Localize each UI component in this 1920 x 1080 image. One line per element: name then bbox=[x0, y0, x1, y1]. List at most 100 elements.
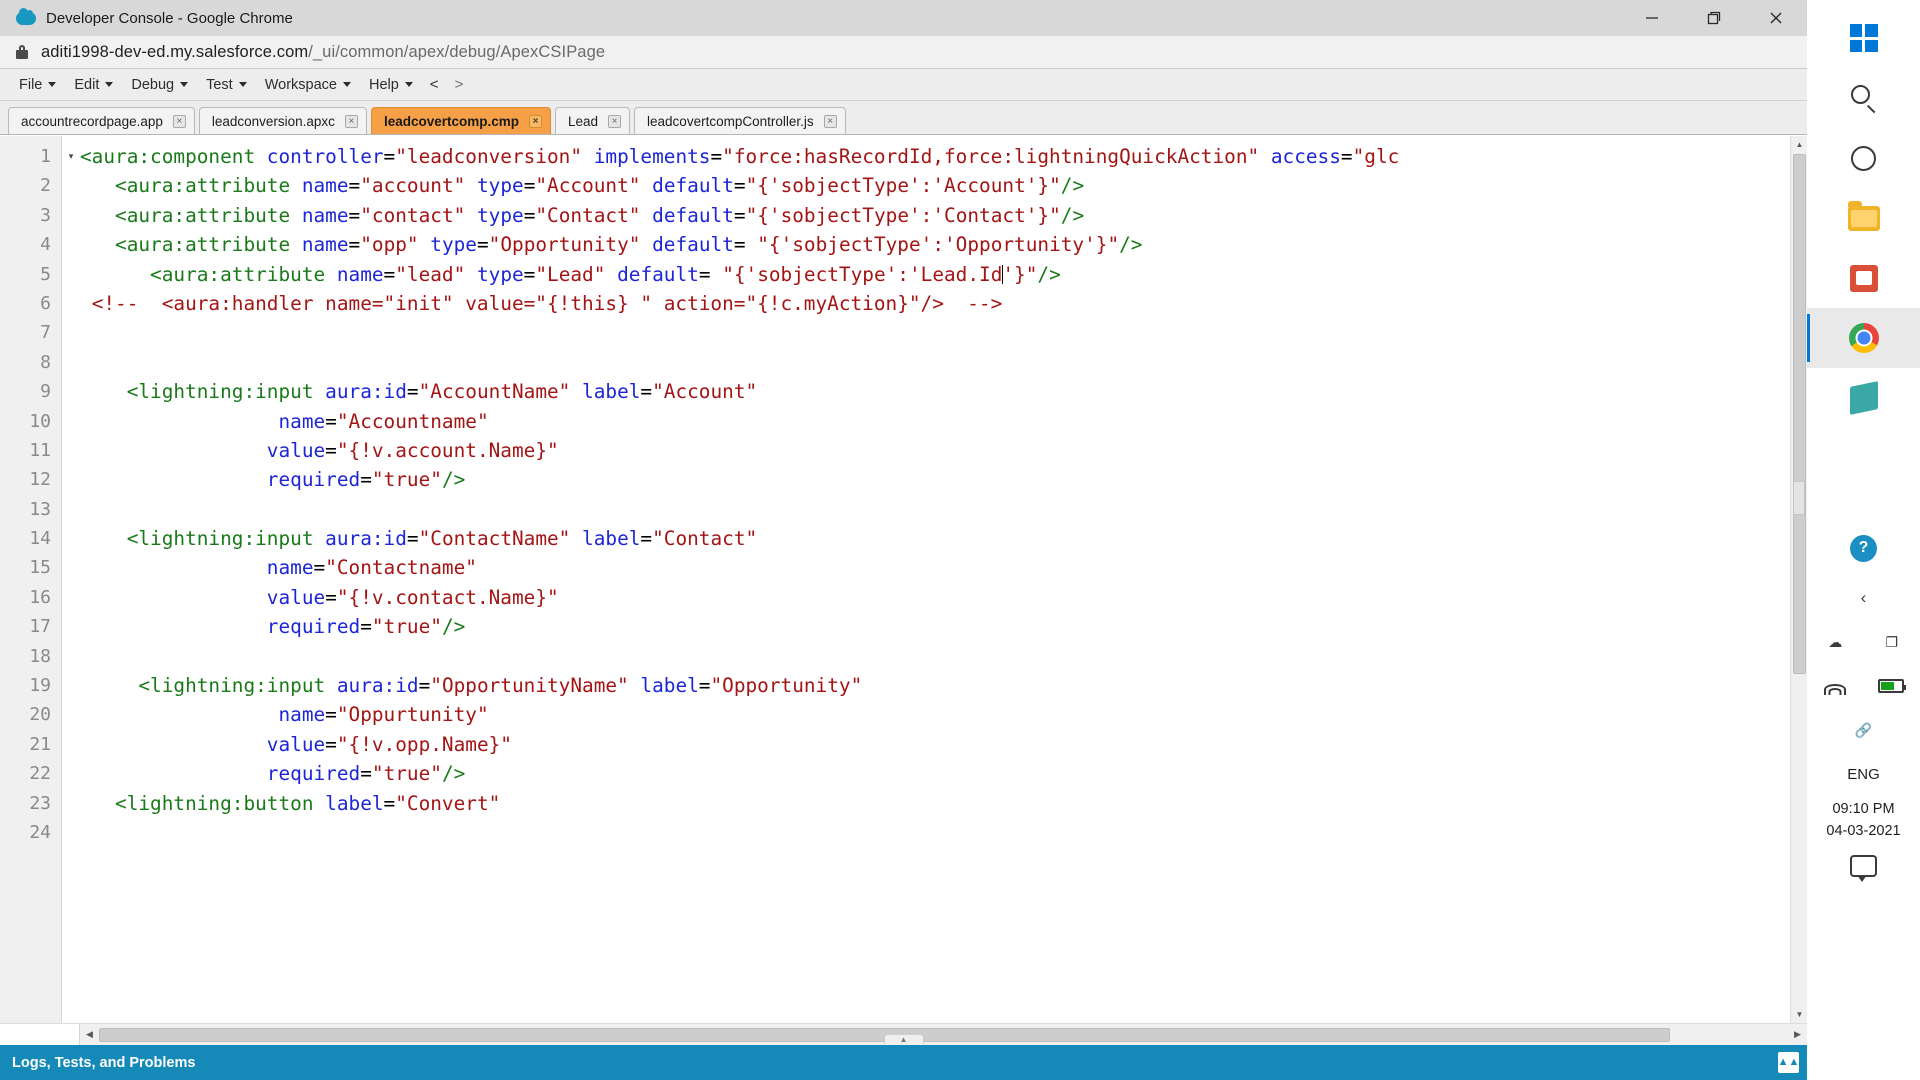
code-line[interactable] bbox=[80, 642, 1807, 671]
minimize-icon[interactable] bbox=[1621, 0, 1683, 36]
cloud-sync-icon[interactable]: ☁ bbox=[1823, 631, 1847, 653]
code-token: = bbox=[325, 586, 337, 609]
code-line[interactable]: value="{!v.account.Name}" bbox=[80, 436, 1807, 465]
code-line[interactable] bbox=[80, 348, 1807, 377]
code-token: aura:id bbox=[325, 527, 407, 550]
fold-spacer bbox=[62, 524, 80, 553]
menu-test[interactable]: Test bbox=[197, 70, 256, 100]
tab-leadconversion-apxc[interactable]: leadconversion.apxc × bbox=[199, 107, 367, 134]
line-number: 13 bbox=[0, 495, 61, 524]
code-line[interactable]: <lightning:input aura:id="OpportunityNam… bbox=[80, 671, 1807, 700]
code-token bbox=[80, 204, 115, 227]
code-line[interactable]: <aura:attribute name="lead" type="Lead" … bbox=[80, 260, 1807, 289]
panel-resize-grip[interactable]: ▲ bbox=[884, 1034, 924, 1044]
teal-app-button[interactable] bbox=[1807, 368, 1920, 428]
close-icon[interactable]: × bbox=[345, 115, 358, 128]
code-line[interactable]: name="Contactname" bbox=[80, 553, 1807, 582]
code-line[interactable] bbox=[80, 495, 1807, 524]
menu-file[interactable]: File bbox=[10, 70, 65, 100]
line-number: 17 bbox=[0, 612, 61, 641]
close-icon[interactable]: × bbox=[529, 115, 542, 128]
clock[interactable]: 09:10 PM 04-03-2021 bbox=[1826, 798, 1900, 842]
code-line[interactable]: <aura:attribute name="account" type="Acc… bbox=[80, 171, 1807, 200]
tab-leadcovertcomp-cmp[interactable]: leadcovertcomp.cmp × bbox=[371, 107, 551, 134]
store-icon bbox=[1850, 265, 1878, 292]
nav-next-button[interactable]: > bbox=[447, 76, 472, 93]
code-line[interactable]: <lightning:input aura:id="ContactName" l… bbox=[80, 524, 1807, 553]
code-fold-column[interactable]: ▾ bbox=[62, 136, 80, 1023]
vertical-scroll-thumb[interactable] bbox=[1793, 154, 1806, 674]
code-line[interactable]: <aura:attribute name="contact" type="Con… bbox=[80, 201, 1807, 230]
code-token bbox=[80, 468, 267, 491]
fold-toggle-icon[interactable]: ▾ bbox=[62, 142, 80, 171]
code-line[interactable]: value="{!v.opp.Name}" bbox=[80, 730, 1807, 759]
scroll-up-icon[interactable]: ▲ bbox=[1791, 136, 1807, 153]
close-icon[interactable]: × bbox=[824, 115, 837, 128]
hscroll-track[interactable] bbox=[99, 1028, 1788, 1042]
code-line[interactable]: <lightning:input aura:id="AccountName" l… bbox=[80, 377, 1807, 406]
menu-debug[interactable]: Debug bbox=[122, 70, 197, 100]
code-line[interactable]: <aura:attribute name="opp" type="Opportu… bbox=[80, 230, 1807, 259]
chat-bubble-icon[interactable] bbox=[1850, 855, 1877, 877]
code-line[interactable]: required="true"/> bbox=[80, 465, 1807, 494]
menu-edit[interactable]: Edit bbox=[65, 70, 122, 100]
help-button[interactable]: ? bbox=[1807, 518, 1920, 578]
code-text-area[interactable]: <aura:component controller="leadconversi… bbox=[80, 136, 1807, 1023]
restore-icon[interactable] bbox=[1683, 0, 1745, 36]
file-explorer-button[interactable] bbox=[1807, 188, 1920, 248]
code-line[interactable]: required="true"/> bbox=[80, 612, 1807, 641]
close-icon[interactable]: × bbox=[608, 115, 621, 128]
code-token bbox=[419, 233, 431, 256]
code-token: = bbox=[407, 380, 419, 403]
menu-workspace[interactable]: Workspace bbox=[256, 70, 360, 100]
developer-console-menubar: File Edit Debug Test Workspace Help < > bbox=[0, 69, 1807, 101]
code-token bbox=[570, 380, 582, 403]
code-line[interactable] bbox=[80, 818, 1807, 847]
copy-icon[interactable]: ❐ bbox=[1880, 631, 1904, 653]
system-tray: ‹ ☁ ❐ 🔗 ENG 09:10 PM 04-03-2021 bbox=[1807, 578, 1920, 886]
scroll-right-icon[interactable]: ▶ bbox=[1788, 1029, 1807, 1040]
code-token: "{!v.opp.Name}" bbox=[337, 733, 512, 756]
tab-leadcovertcompcontroller-js[interactable]: leadcovertcompController.js × bbox=[634, 107, 846, 134]
code-token: "contact" bbox=[360, 204, 465, 227]
address-bar[interactable]: aditi1998-dev-ed.my.salesforce.com/_ui/c… bbox=[0, 36, 1807, 69]
code-token: <aura:attribute bbox=[150, 263, 337, 286]
nav-prev-button[interactable]: < bbox=[422, 76, 447, 93]
wifi-icon[interactable] bbox=[1823, 677, 1847, 695]
code-line[interactable]: name="Oppurtunity" bbox=[80, 700, 1807, 729]
close-icon[interactable]: × bbox=[173, 115, 186, 128]
code-token: "account" bbox=[360, 174, 465, 197]
code-line[interactable]: required="true"/> bbox=[80, 759, 1807, 788]
scroll-left-icon[interactable]: ◀ bbox=[80, 1029, 99, 1040]
show-hidden-icons-button[interactable]: ‹ bbox=[1861, 588, 1867, 608]
code-token: "opp" bbox=[360, 233, 418, 256]
code-line[interactable] bbox=[80, 318, 1807, 347]
chrome-button[interactable] bbox=[1807, 308, 1920, 368]
code-line[interactable]: <lightning:button label="Convert" bbox=[80, 789, 1807, 818]
double-chevron-up-icon[interactable]: ▲▲ bbox=[1778, 1052, 1799, 1073]
code-line[interactable]: <aura:component controller="leadconversi… bbox=[80, 142, 1807, 171]
editor-vertical-scrollbar[interactable]: ▲ ▼ bbox=[1790, 136, 1807, 1023]
battery-icon[interactable] bbox=[1878, 679, 1904, 693]
task-view-button[interactable] bbox=[1807, 128, 1920, 188]
close-icon[interactable] bbox=[1745, 0, 1807, 36]
search-button[interactable] bbox=[1807, 68, 1920, 128]
code-line[interactable]: <!-- <aura:handler name="init" value="{!… bbox=[80, 289, 1807, 318]
menu-test-label: Test bbox=[206, 77, 233, 93]
scroll-down-icon[interactable]: ▼ bbox=[1791, 1006, 1807, 1023]
logs-tests-problems-panel-header[interactable]: Logs, Tests, and Problems ▲▲ bbox=[0, 1045, 1807, 1080]
editor-split-handle[interactable] bbox=[1793, 481, 1805, 515]
tab-label: leadcovertcomp.cmp bbox=[384, 114, 519, 129]
tab-lead[interactable]: Lead × bbox=[555, 107, 630, 134]
code-line[interactable]: value="{!v.contact.Name}" bbox=[80, 583, 1807, 612]
editor-tab-strip: accountrecordpage.app × leadconversion.a… bbox=[0, 101, 1807, 135]
chrome-icon bbox=[1849, 323, 1879, 353]
language-indicator[interactable]: ENG bbox=[1807, 754, 1920, 794]
bluetooth-icon[interactable]: 🔗 bbox=[1852, 719, 1876, 741]
microsoft-store-button[interactable] bbox=[1807, 248, 1920, 308]
menu-help[interactable]: Help bbox=[360, 70, 422, 100]
code-token: required bbox=[267, 762, 360, 785]
start-button[interactable] bbox=[1807, 8, 1920, 68]
tab-accountrecordpage-app[interactable]: accountrecordpage.app × bbox=[8, 107, 195, 134]
code-line[interactable]: name="Accountname" bbox=[80, 407, 1807, 436]
